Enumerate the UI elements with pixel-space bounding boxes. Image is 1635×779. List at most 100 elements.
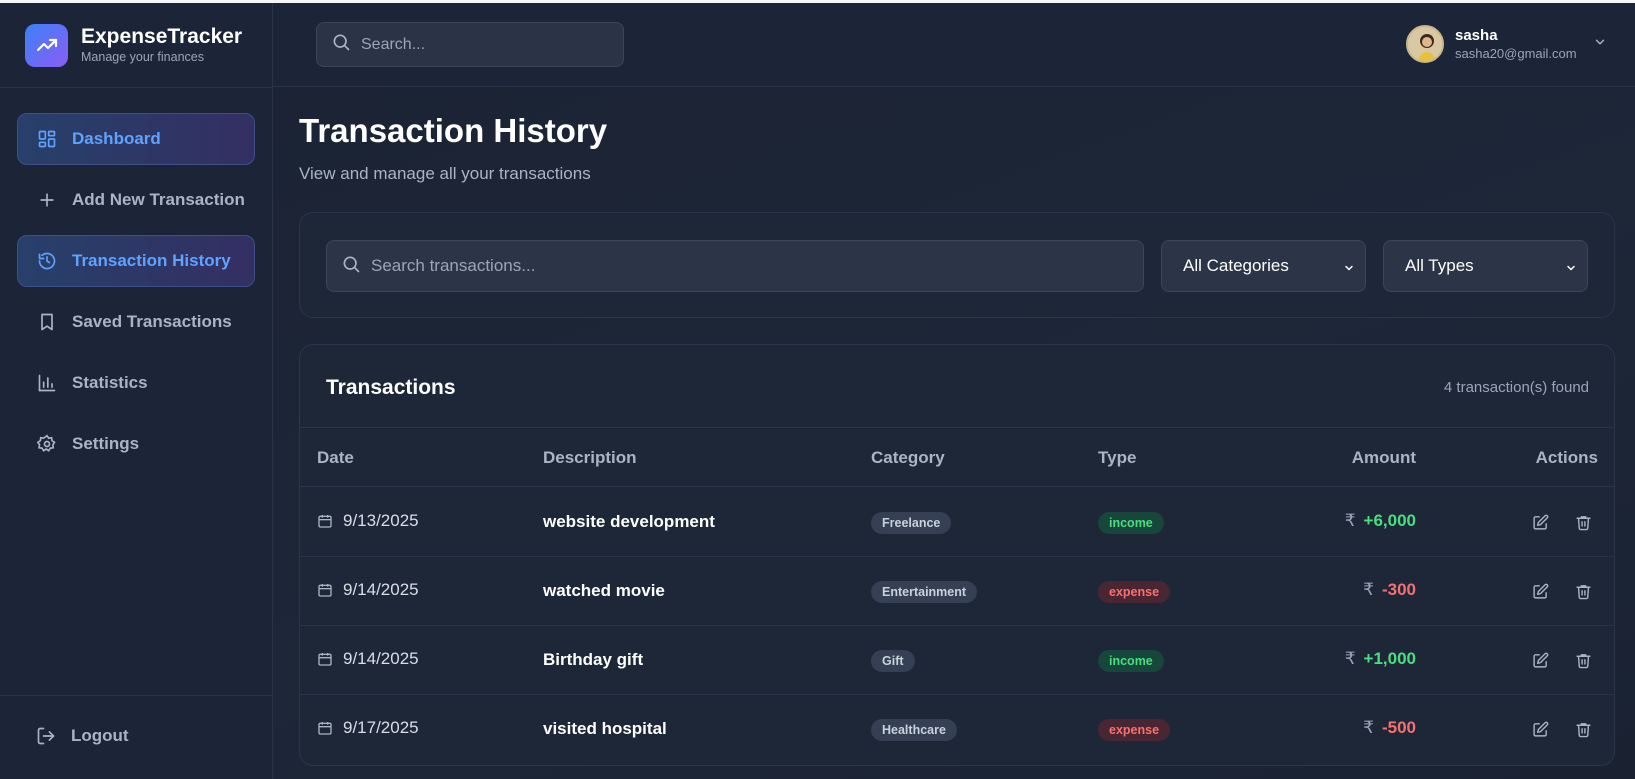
row-amount: ₹ -500 (1363, 718, 1416, 738)
row-amount-value: +6,000 (1363, 511, 1416, 530)
category-badge: Healthcare (871, 719, 957, 741)
edit-icon[interactable] (1529, 718, 1551, 740)
edit-icon[interactable] (1529, 511, 1551, 533)
row-description: Birthday gift (543, 650, 644, 669)
logout-button[interactable]: Logout (35, 725, 129, 747)
column-header-amount[interactable]: Amount (1352, 448, 1416, 468)
sidebar-item-label: Saved Transactions (72, 312, 232, 331)
sidebar-item-saved-transactions[interactable]: Saved Transactions (17, 296, 255, 348)
table-row[interactable]: 9/17/2025 visited hospital Healthcare ex… (300, 695, 1614, 764)
type-select[interactable]: All Types (1383, 240, 1588, 292)
chevron-down-icon (1565, 259, 1577, 279)
sidebar-item-label: Add New Transaction (72, 190, 245, 209)
category-select-value: All Categories (1183, 256, 1289, 275)
history-icon (36, 250, 58, 272)
global-search[interactable] (316, 22, 624, 67)
avatar[interactable] (1406, 25, 1444, 63)
type-badge: expense (1098, 719, 1171, 741)
table-row[interactable]: 9/14/2025 Birthday gift Gift income ₹ +1… (300, 626, 1614, 695)
page-title: Transaction History (299, 112, 608, 149)
row-date-text: 9/17/2025 (343, 718, 419, 737)
gear-icon (36, 433, 58, 455)
category-badge: Entertainment (871, 581, 978, 603)
column-header-description[interactable]: Description (543, 448, 637, 468)
plus-icon (36, 189, 58, 211)
row-amount-value: +1,000 (1363, 649, 1416, 668)
brand-title: ExpenseTracker (81, 25, 243, 48)
row-date: 9/14/2025 (317, 649, 419, 669)
row-actions (1529, 718, 1614, 740)
transactions-title: Transactions (326, 376, 456, 399)
edit-icon[interactable] (1529, 580, 1551, 602)
row-date-text: 9/14/2025 (343, 580, 419, 599)
row-actions (1529, 649, 1614, 671)
edit-icon[interactable] (1529, 649, 1551, 671)
sidebar-item-statistics[interactable]: Statistics (17, 357, 255, 409)
row-date-text: 9/14/2025 (343, 649, 419, 668)
row-amount: ₹ +6,000 (1345, 511, 1416, 531)
sidebar-item-label: Transaction History (72, 251, 231, 270)
sidebar-item-dashboard[interactable]: Dashboard (17, 113, 255, 165)
table-row[interactable]: 9/13/2025 website development Freelance … (300, 488, 1614, 557)
search-icon (331, 32, 351, 57)
currency-symbol: ₹ (1344, 511, 1356, 530)
row-description: website development (543, 512, 715, 531)
transaction-search[interactable] (326, 240, 1144, 292)
column-header-category[interactable]: Category (871, 448, 945, 468)
chevron-down-icon (1343, 259, 1355, 279)
type-badge: income (1098, 512, 1164, 534)
category-badge: Freelance (871, 512, 952, 534)
row-date: 9/13/2025 (317, 511, 419, 531)
trash-icon[interactable] (1572, 718, 1594, 740)
logout-label: Logout (71, 726, 129, 745)
category-badge: Gift (871, 650, 915, 672)
type-badge: income (1098, 650, 1164, 672)
trash-icon[interactable] (1572, 580, 1594, 602)
sidebar-item-add-transaction[interactable]: Add New Transaction (17, 174, 255, 226)
sidebar-item-settings[interactable]: Settings (17, 418, 255, 470)
sidebar-divider (0, 87, 273, 88)
currency-symbol: ₹ (1363, 580, 1374, 599)
row-date-text: 9/13/2025 (343, 511, 419, 530)
chevron-down-icon[interactable] (1593, 35, 1607, 54)
column-header-date[interactable]: Date (317, 448, 354, 468)
logout-icon (35, 725, 57, 747)
row-amount-value: -500 (1381, 718, 1416, 737)
trash-icon[interactable] (1572, 649, 1594, 671)
table-header: Date Description Category Type Amount Ac… (300, 428, 1614, 487)
user-menu[interactable]: sasha sasha20@gmail.com (1406, 25, 1607, 63)
sidebar: ExpenseTracker Manage your finances Dash… (0, 3, 273, 779)
column-header-actions: Actions (1535, 448, 1598, 467)
bar-chart-icon (36, 372, 58, 394)
main-content: Transaction History View and manage all … (273, 88, 1635, 779)
trending-up-icon (25, 23, 68, 67)
calendar-icon (318, 584, 332, 597)
currency-symbol: ₹ (1363, 718, 1374, 737)
calendar-icon (318, 722, 332, 735)
filter-card: All Categories All Types (299, 212, 1615, 318)
row-amount: ₹ +1,000 (1345, 649, 1416, 669)
page-subtitle: View and manage all your transactions (299, 164, 591, 183)
transactions-count: 4 transaction(s) found (1443, 379, 1589, 396)
row-amount: ₹ -300 (1363, 580, 1416, 600)
bookmark-icon (36, 311, 58, 333)
table-row[interactable]: 9/14/2025 watched movie Entertainment ex… (300, 557, 1614, 626)
type-select-value: All Types (1405, 256, 1474, 275)
brand[interactable]: ExpenseTracker Manage your finances (25, 23, 242, 67)
search-icon (341, 254, 361, 279)
row-date: 9/14/2025 (317, 580, 419, 600)
user-name: sasha (1455, 26, 1498, 44)
row-date: 9/17/2025 (317, 718, 419, 738)
sidebar-item-transaction-history[interactable]: Transaction History (17, 235, 255, 287)
row-description: visited hospital (543, 719, 667, 738)
sidebar-bottom-divider (0, 695, 273, 696)
top-header: sasha sasha20@gmail.com (273, 3, 1635, 87)
column-header-type[interactable]: Type (1098, 448, 1136, 468)
global-search-input[interactable] (361, 35, 623, 54)
trash-icon[interactable] (1572, 511, 1594, 533)
transaction-search-input[interactable] (371, 256, 1143, 276)
brand-subtitle: Manage your finances (81, 50, 204, 64)
user-email: sasha20@gmail.com (1455, 45, 1577, 61)
transactions-card: Transactions 4 transaction(s) found Date… (299, 344, 1615, 766)
category-select[interactable]: All Categories (1161, 240, 1366, 292)
